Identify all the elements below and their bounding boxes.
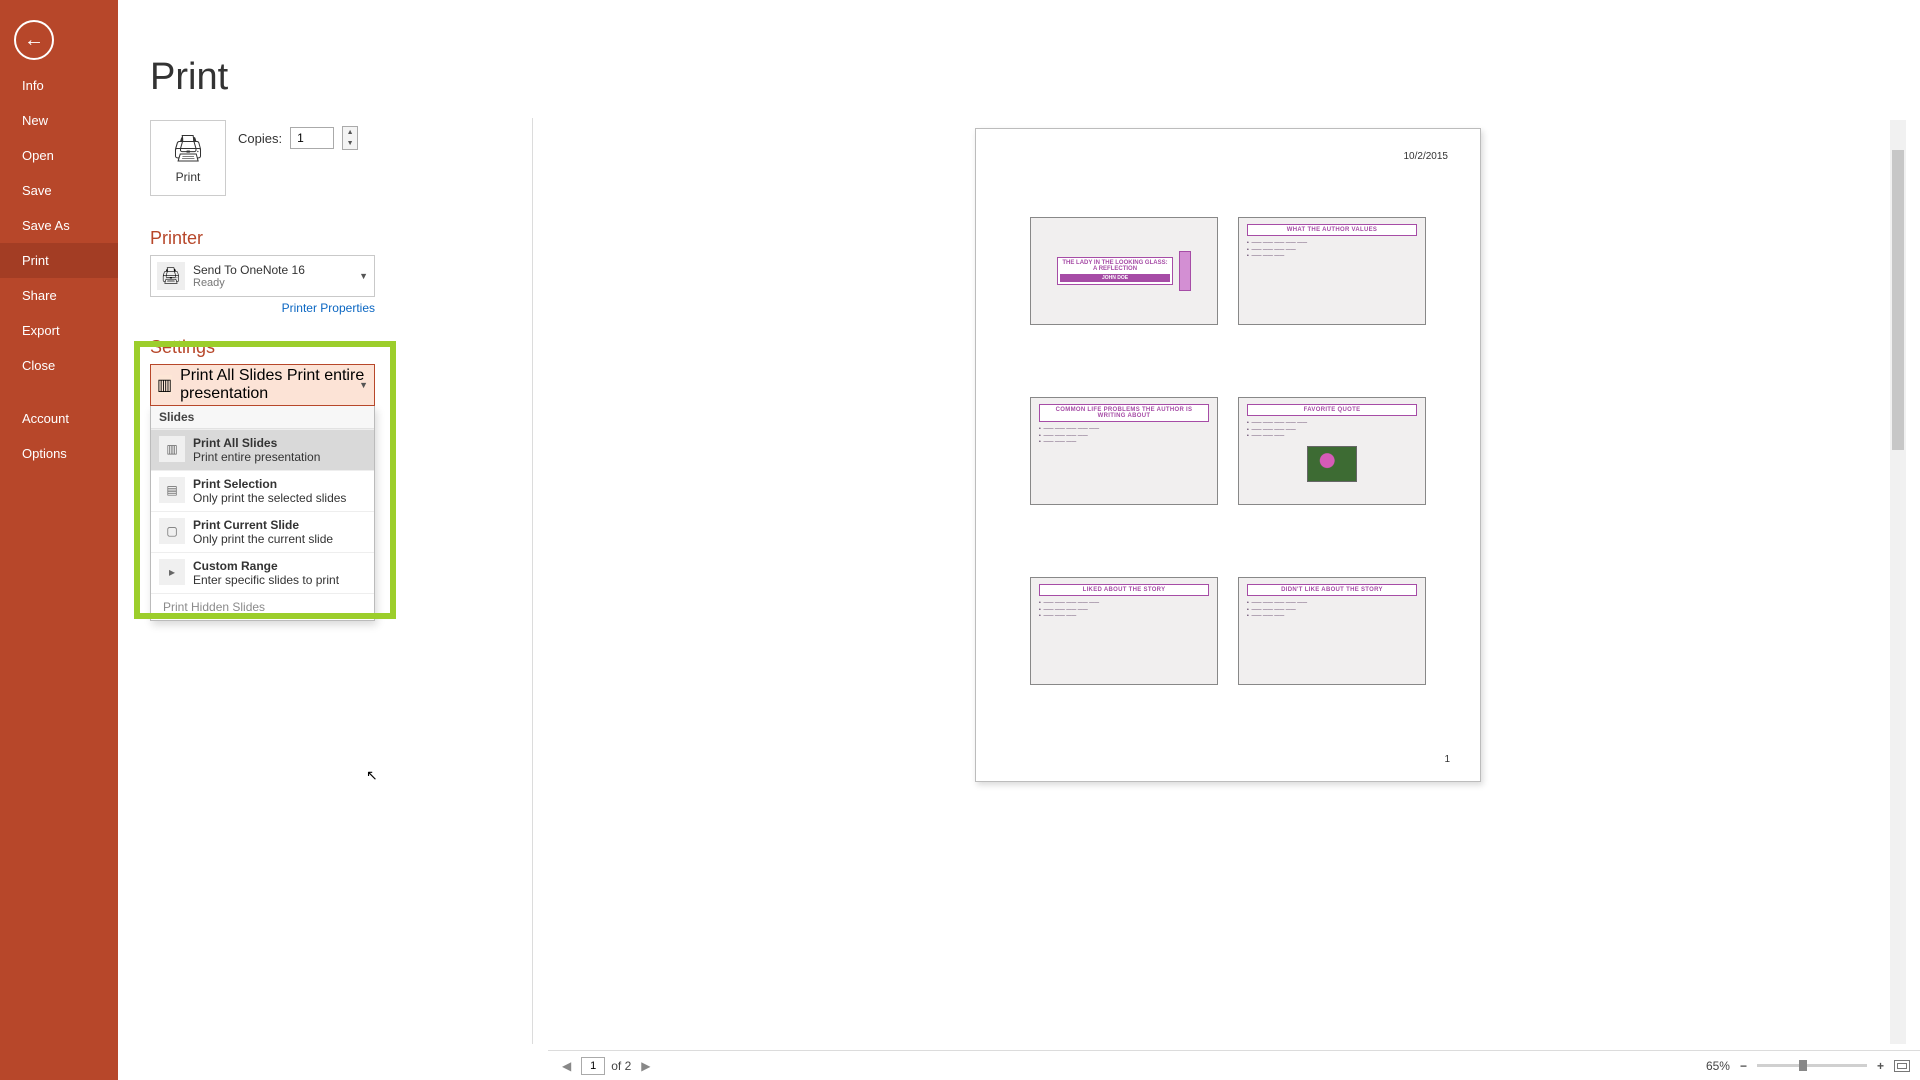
spinner-down-icon[interactable]: ▼ (343, 138, 357, 149)
slide-title: WHAT THE AUTHOR VALUES (1247, 224, 1417, 236)
page-navigator: ◀ of 2 ▶ (558, 1057, 654, 1075)
next-page-button[interactable]: ▶ (637, 1059, 654, 1073)
slide-body-text: • —— —— —— —— ——• —— —— —— ——• —— —— —— (1239, 598, 1425, 622)
printer-selector[interactable]: 🖨 Send To OneNote 16 Ready ▼ (150, 255, 375, 297)
printer-icon: 🖨 (171, 133, 204, 164)
slide-decoration (1179, 251, 1191, 291)
preview-scrollbar[interactable] (1890, 120, 1906, 1044)
print-hidden-slides-option: Print Hidden Slides (151, 593, 374, 620)
zoom-out-button[interactable]: − (1740, 1059, 1747, 1073)
copies-spinner[interactable]: ▲ ▼ (342, 126, 358, 150)
slide-image (1307, 446, 1357, 482)
zoom-in-button[interactable]: + (1877, 1059, 1884, 1073)
option-title: Custom Range (193, 559, 339, 573)
settings-heading: Settings (150, 337, 510, 358)
option-subtitle: Only print the current slide (193, 532, 333, 546)
scrollbar-thumb[interactable] (1892, 150, 1904, 450)
print-range-dropdown: Slides ▥ Print All SlidesPrint entire pre… (150, 406, 375, 621)
slide-title: THE LADY IN THE LOOKING GLASS: A REFLECT… (1057, 257, 1172, 285)
option-subtitle: Only print the selected slides (193, 491, 346, 505)
preview-slide-thumbnail: WHAT THE AUTHOR VALUES • —— —— —— —— ——• … (1238, 217, 1426, 325)
preview-date: 10/2/2015 (1404, 151, 1449, 162)
slide-title: COMMON LIFE PROBLEMS THE AUTHOR IS WRITI… (1039, 404, 1209, 422)
chevron-down-icon: ▼ (359, 271, 368, 281)
slide-body-text: • —— —— —— —— ——• —— —— —— ——• —— —— —— (1239, 418, 1425, 442)
back-button[interactable]: ← (14, 20, 54, 60)
sidebar-item-options[interactable]: Options (0, 436, 118, 471)
sidebar-item-account[interactable]: Account (0, 401, 118, 436)
prev-page-button[interactable]: ◀ (558, 1059, 575, 1073)
slide-body-text: • —— —— —— —— ——• —— —— —— ——• —— —— —— (1031, 598, 1217, 622)
slides-option-icon: ▤ (159, 477, 185, 503)
printer-properties-link[interactable]: Printer Properties (150, 301, 375, 315)
preview-status-bar: ◀ of 2 ▶ 65% − + (548, 1050, 1920, 1080)
zoom-to-fit-button[interactable] (1894, 1060, 1910, 1072)
chevron-down-icon: ▼ (359, 380, 368, 390)
page-title: Print (150, 56, 228, 99)
vertical-divider (532, 118, 533, 1044)
sidebar-item-open[interactable]: Open (0, 138, 118, 173)
page-number-input[interactable] (581, 1057, 605, 1075)
spinner-up-icon[interactable]: ▲ (343, 127, 357, 138)
preview-page: 10/2/2015 1 THE LADY IN THE LOOKING GLAS… (975, 128, 1481, 782)
range-selected-title: Print All Slides (180, 367, 282, 384)
sidebar-item-info[interactable]: Info (0, 68, 118, 103)
dropdown-section-header: Slides (151, 406, 374, 429)
preview-slide-thumbnail: LIKED ABOUT THE STORY • —— —— —— —— ——• —… (1030, 577, 1218, 685)
sidebar-item-save[interactable]: Save (0, 173, 118, 208)
backstage-sidebar: ← InfoNewOpenSaveSave AsPrintShareExport… (0, 0, 118, 1080)
range-option-print-current-slide[interactable]: ▢ Print Current SlideOnly print the curre… (151, 511, 374, 552)
backstage-main: Print 🖨 Print Copies: ▲ ▼ Printer i 🖨 (118, 0, 1920, 1080)
sidebar-item-save-as[interactable]: Save As (0, 208, 118, 243)
printer-device-icon: 🖨 (157, 262, 185, 290)
zoom-slider-thumb[interactable] (1799, 1060, 1807, 1071)
range-option-print-all-slides[interactable]: ▥ Print All SlidesPrint entire presentati… (151, 429, 374, 470)
option-subtitle: Print entire presentation (193, 450, 320, 464)
sidebar-item-print[interactable]: Print (0, 243, 118, 278)
slides-option-icon: ▢ (159, 518, 185, 544)
option-title: Print Current Slide (193, 518, 333, 532)
print-controls-column: 🖨 Print Copies: ▲ ▼ Printer i 🖨 Send To … (150, 120, 510, 621)
print-button-label: Print (176, 170, 201, 184)
slide-body-text: • —— —— —— —— ——• —— —— —— ——• —— —— —— (1239, 238, 1425, 262)
slide-title: FAVORITE QUOTE (1247, 404, 1417, 416)
back-arrow-icon: ← (24, 29, 44, 52)
slides-option-icon: ▸ (159, 559, 185, 585)
preview-page-number: 1 (1444, 754, 1450, 765)
slide-title: DIDN'T LIKE ABOUT THE STORY (1247, 584, 1417, 596)
range-option-print-selection[interactable]: ▤ Print SelectionOnly print the selected … (151, 470, 374, 511)
slides-stack-icon: ▥ (157, 375, 172, 395)
zoom-controls: 65% − + (1706, 1059, 1910, 1073)
option-title: Print All Slides (193, 436, 320, 450)
sidebar-item-new[interactable]: New (0, 103, 118, 138)
sidebar-item-close[interactable]: Close (0, 348, 118, 383)
slide-body-text: • —— —— —— —— ——• —— —— —— ——• —— —— —— (1031, 424, 1217, 448)
option-title: Print Selection (193, 477, 346, 491)
preview-slide-thumbnail: COMMON LIFE PROBLEMS THE AUTHOR IS WRITI… (1030, 397, 1218, 505)
zoom-percent-label: 65% (1706, 1059, 1730, 1073)
slide-title: LIKED ABOUT THE STORY (1039, 584, 1209, 596)
print-preview: 10/2/2015 1 THE LADY IN THE LOOKING GLAS… (548, 120, 1908, 1044)
print-button[interactable]: 🖨 Print (150, 120, 226, 196)
sidebar-item-share[interactable]: Share (0, 278, 118, 313)
mouse-cursor-icon: ↖ (366, 767, 378, 784)
sidebar-item-export[interactable]: Export (0, 313, 118, 348)
printer-status: Ready (193, 277, 305, 289)
preview-slide-thumbnail: DIDN'T LIKE ABOUT THE STORY • —— —— —— ——… (1238, 577, 1426, 685)
slide-subtitle: JOHN DOE (1060, 274, 1169, 282)
copies-input[interactable] (290, 127, 334, 149)
printer-heading: Printer (150, 228, 510, 249)
preview-slide-thumbnail: FAVORITE QUOTE • —— —— —— —— ——• —— —— ——… (1238, 397, 1426, 505)
preview-slide-thumbnail: THE LADY IN THE LOOKING GLASS: A REFLECT… (1030, 217, 1218, 325)
print-range-selector[interactable]: ▥ Print All Slides Print entire presenta… (150, 364, 375, 406)
range-option-custom-range[interactable]: ▸ Custom RangeEnter specific slides to pr… (151, 552, 374, 593)
zoom-slider[interactable] (1757, 1064, 1867, 1067)
page-count-label: of 2 (611, 1059, 631, 1073)
slides-option-icon: ▥ (159, 436, 185, 462)
option-subtitle: Enter specific slides to print (193, 573, 339, 587)
printer-name: Send To OneNote 16 (193, 263, 305, 277)
copies-label: Copies: (238, 131, 282, 146)
